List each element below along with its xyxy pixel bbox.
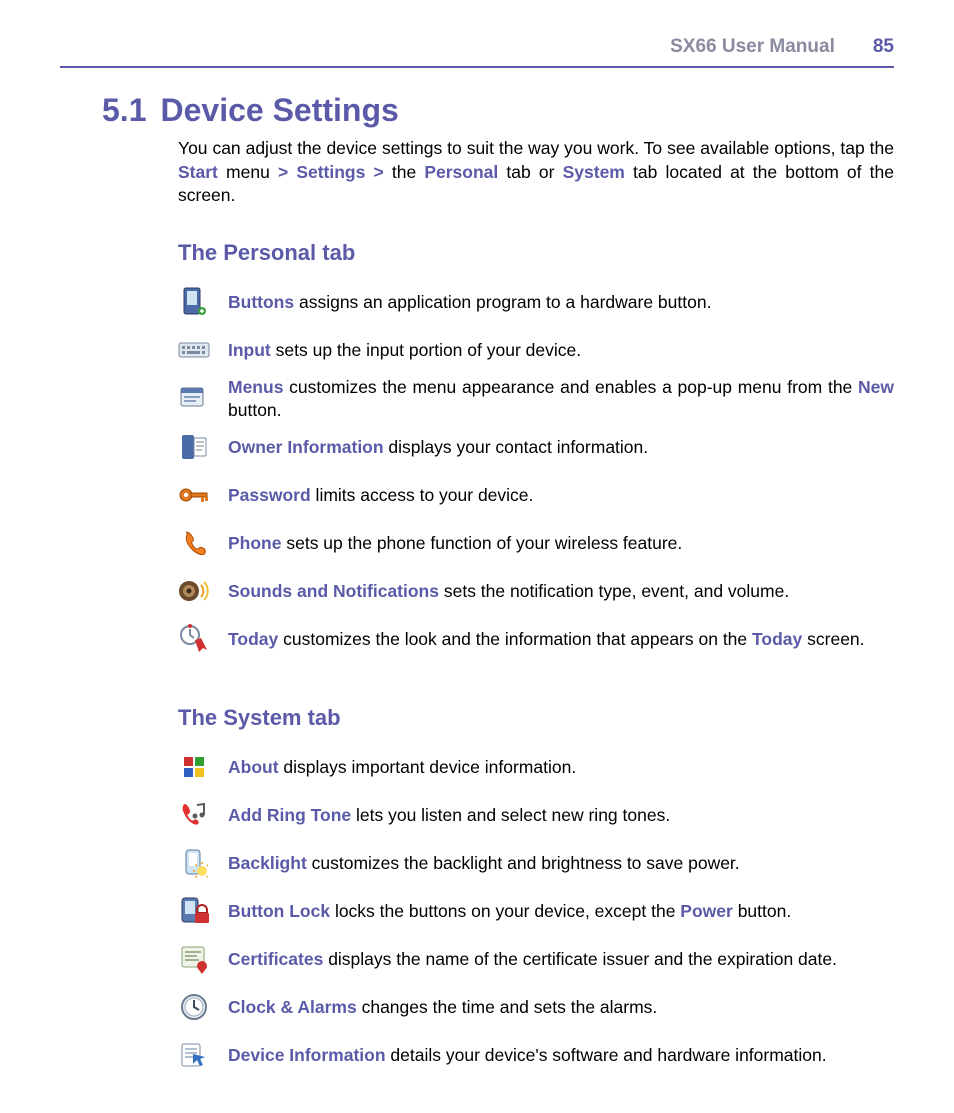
label-today: Today bbox=[228, 629, 278, 649]
item-sounds-notifications: Sounds and Notifications sets the notifi… bbox=[178, 569, 894, 613]
item-owner-information: Owner Information displays your contact … bbox=[178, 425, 894, 469]
system-tab-heading: The System tab bbox=[178, 705, 894, 731]
item-about: About displays important device informat… bbox=[178, 745, 894, 789]
item-input: Input sets up the input portion of your … bbox=[178, 328, 894, 372]
backlight-icon bbox=[178, 847, 210, 879]
item-device-information: Device Information details your device's… bbox=[178, 1033, 894, 1077]
device-info-icon bbox=[178, 1039, 210, 1071]
menus-icon bbox=[178, 383, 210, 415]
personal-tab-heading: The Personal tab bbox=[178, 240, 894, 266]
item-button-lock: Button Lock locks the buttons on your de… bbox=[178, 889, 894, 933]
item-phone: Phone sets up the phone function of your… bbox=[178, 521, 894, 565]
label-add-ring-tone: Add Ring Tone bbox=[228, 805, 351, 825]
kw-settings-path: > Settings > bbox=[278, 162, 384, 182]
kw-start: Start bbox=[178, 162, 218, 182]
label-certificates: Certificates bbox=[228, 949, 323, 969]
item-backlight: Backlight customizes the backlight and b… bbox=[178, 841, 894, 885]
label-buttons: Buttons bbox=[228, 292, 294, 312]
label-about: About bbox=[228, 757, 279, 777]
label-owner-information: Owner Information bbox=[228, 437, 384, 457]
kw-power: Power bbox=[680, 901, 733, 921]
section-number: 5.1 bbox=[102, 92, 146, 129]
page-number: 85 bbox=[873, 36, 894, 58]
kw-today-screen: Today bbox=[752, 629, 802, 649]
label-password: Password bbox=[228, 485, 311, 505]
label-sounds-notifications: Sounds and Notifications bbox=[228, 581, 439, 601]
speaker-icon bbox=[178, 575, 210, 607]
item-certificates: Certificates displays the name of the ce… bbox=[178, 937, 894, 981]
item-buttons: Buttons assigns an application program t… bbox=[178, 280, 894, 324]
clock-icon bbox=[178, 991, 210, 1023]
windows-flag-icon bbox=[178, 751, 210, 783]
kw-system: System bbox=[563, 162, 625, 182]
label-phone: Phone bbox=[228, 533, 281, 553]
key-icon bbox=[178, 479, 210, 511]
item-clock-alarms: Clock & Alarms changes the time and sets… bbox=[178, 985, 894, 1029]
phone-icon bbox=[178, 527, 210, 559]
owner-info-icon bbox=[178, 431, 210, 463]
kw-new: New bbox=[858, 377, 894, 397]
ringtone-icon bbox=[178, 799, 210, 831]
label-button-lock: Button Lock bbox=[228, 901, 330, 921]
manual-title: SX66 User Manual bbox=[670, 36, 835, 58]
section-heading: 5.1 Device Settings bbox=[102, 92, 894, 129]
certificate-icon bbox=[178, 943, 210, 975]
button-lock-icon bbox=[178, 895, 210, 927]
item-menus: Menus customizes the menu appearance and… bbox=[178, 376, 894, 422]
label-device-information: Device Information bbox=[228, 1045, 386, 1065]
label-clock-alarms: Clock & Alarms bbox=[228, 997, 357, 1017]
keyboard-icon bbox=[178, 334, 210, 366]
intro-paragraph: You can adjust the device settings to su… bbox=[178, 137, 894, 208]
pda-icon bbox=[178, 286, 210, 318]
kw-personal: Personal bbox=[424, 162, 498, 182]
today-icon bbox=[178, 623, 210, 655]
item-add-ring-tone: Add Ring Tone lets you listen and select… bbox=[178, 793, 894, 837]
section-title: Device Settings bbox=[160, 92, 398, 129]
label-input: Input bbox=[228, 340, 271, 360]
item-today: Today customizes the look and the inform… bbox=[178, 617, 894, 661]
item-password: Password limits access to your device. bbox=[178, 473, 894, 517]
page-header: SX66 User Manual 85 bbox=[60, 36, 894, 68]
label-backlight: Backlight bbox=[228, 853, 307, 873]
label-menus: Menus bbox=[228, 377, 283, 397]
